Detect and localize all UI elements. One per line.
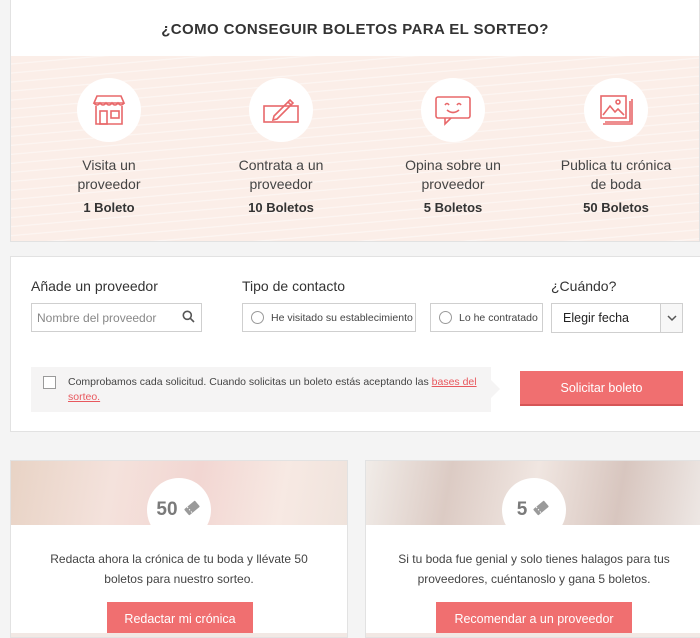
step-label: Visita un proveedor [77, 157, 141, 192]
card-description: Si tu boda fue genial y solo tienes hala… [398, 552, 670, 586]
chevron-down-icon[interactable] [660, 304, 682, 332]
step-label: Contrata a un proveedor [238, 157, 324, 192]
step-label: Opina sobre un proveedor [405, 157, 501, 192]
provider-label: Añade un proveedor [31, 278, 158, 294]
step-review: Opina sobre un proveedor 5 Boletos [368, 78, 538, 215]
when-label: ¿Cuándo? [551, 278, 617, 294]
store-icon [77, 78, 141, 142]
terms-checkbox[interactable] [43, 376, 56, 389]
photo-gallery-icon [584, 78, 648, 142]
step-count: 10 Boletos [248, 200, 314, 215]
howto-steps: Visita un proveedor 1 Boleto Contrata a u… [11, 56, 699, 241]
step-visit: Visita un proveedor 1 Boleto [24, 78, 194, 215]
terms-notice: Comprobamos cada solicitud. Cuando solic… [31, 367, 500, 412]
date-select[interactable]: Elegir fecha [551, 303, 683, 333]
search-icon[interactable] [182, 310, 195, 328]
provider-search-input[interactable] [32, 304, 172, 331]
contact-type-label: Tipo de contacto [242, 278, 345, 294]
recommend-provider-button[interactable]: Recomendar a un proveedor [436, 602, 632, 636]
write-chronicle-button[interactable]: Redactar mi crónica [107, 602, 253, 636]
ticket-count: 5 [516, 499, 528, 520]
radio-label: He visitado su establecimiento [271, 311, 413, 324]
ticket-count-badge: 50 [147, 478, 211, 542]
card-description: Redacta ahora la crónica de tu boda y ll… [50, 552, 308, 586]
howto-title: ¿COMO CONSEGUIR BOLETOS PARA EL SORTEO? [161, 21, 549, 38]
terms-text: Comprobamos cada solicitud. Cuando solic… [68, 376, 477, 403]
write-chronicle-card: 50 Redacta ahora la crónica de tu boda y… [10, 460, 348, 638]
radio-label: Lo he contratado [459, 311, 538, 324]
howto-panel: ¿COMO CONSEGUIR BOLETOS PARA EL SORTEO? … [10, 0, 700, 242]
ticket-icon [531, 498, 551, 523]
review-bubble-icon [421, 78, 485, 142]
step-count: 5 Boletos [423, 200, 483, 215]
radio-visited[interactable]: He visitado su establecimiento [242, 303, 416, 332]
radio-button[interactable] [439, 311, 452, 324]
request-ticket-button[interactable]: Solicitar boleto [520, 371, 683, 404]
step-label: Publica tu crónica de boda [560, 157, 672, 192]
contract-pen-icon [249, 78, 313, 142]
provider-search [31, 303, 202, 332]
request-form: Añade un proveedor Tipo de contacto ¿Cuá… [10, 256, 700, 432]
ticket-count-badge: 5 [502, 478, 566, 542]
radio-hired[interactable]: Lo he contratado [430, 303, 543, 332]
card-footer-photo [366, 633, 700, 637]
card-footer-photo [11, 633, 347, 637]
radio-button[interactable] [251, 311, 264, 324]
ticket-count: 50 [156, 499, 178, 520]
step-publish: Publica tu crónica de boda 50 Boletos [531, 78, 700, 215]
step-count: 50 Boletos [583, 200, 649, 215]
recommend-provider-card: 5 Si tu boda fue genial y solo tienes ha… [365, 460, 700, 638]
step-contract: Contrata a un proveedor 10 Boletos [196, 78, 366, 215]
date-select-value: Elegir fecha [563, 311, 630, 325]
step-count: 1 Boleto [83, 200, 135, 215]
ticket-icon [182, 498, 202, 523]
